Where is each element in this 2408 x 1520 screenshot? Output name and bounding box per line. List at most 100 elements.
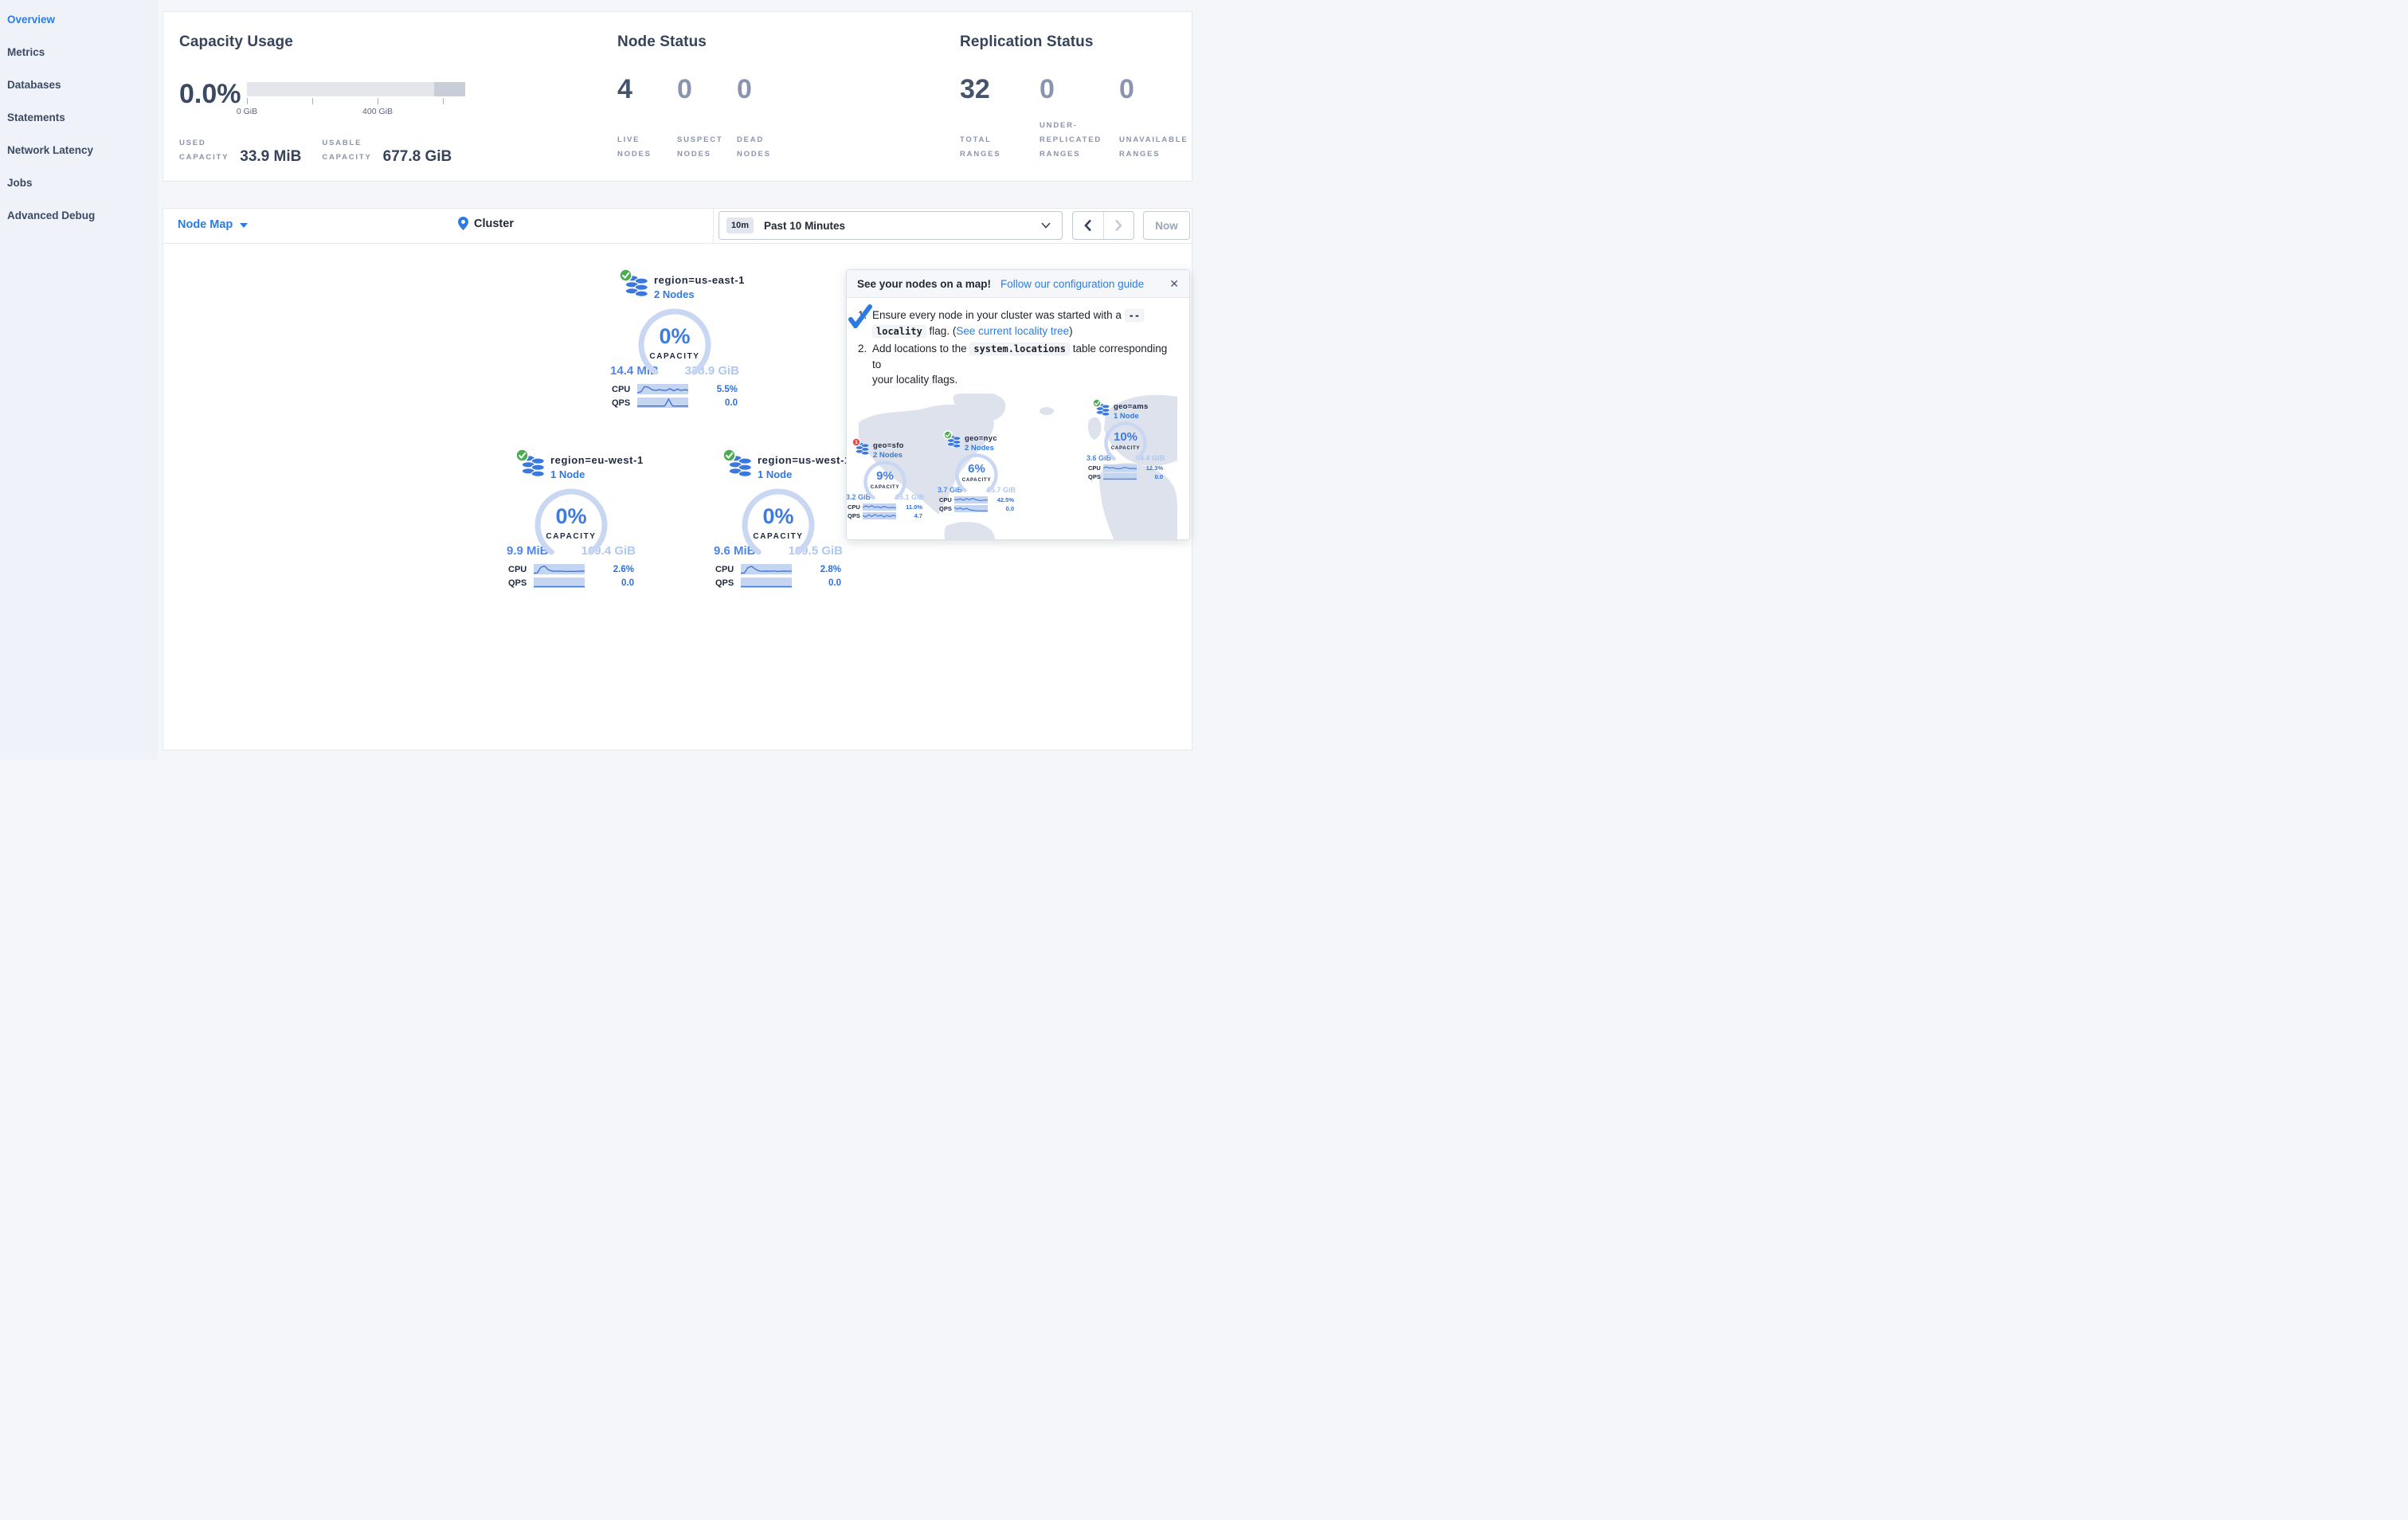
capacity-gauge: 0% CAPACITY [740, 487, 816, 563]
cpu-label: CPU [715, 564, 734, 574]
replication-status-title: Replication Status [960, 33, 1094, 50]
sparkline-chart [637, 384, 688, 394]
region-nodes-link[interactable]: 2 Nodes [873, 451, 904, 460]
region-metrics: CPU 11.0% QPS 4.7 [848, 503, 922, 519]
qps-label: QPS [508, 578, 527, 588]
qps-metric-row: QPS 0.0 [508, 578, 634, 588]
breadcrumb[interactable]: Cluster [458, 217, 514, 230]
popup-header: See your nodes on a map! Follow our conf… [847, 270, 1189, 298]
sparkline-chart [741, 578, 792, 588]
sidebar-item-network-latency[interactable]: Network Latency [0, 137, 158, 170]
node-region-sfo: 1 geo=sfo 2 Nodes 9% CAPACITY 3.2 GiB 35.1 GiB… [847, 437, 930, 519]
capacity-gauge: 9% CAPACITY [863, 460, 907, 504]
region-metrics: CPU 12.3% QPS 0.0 [1088, 464, 1163, 480]
region-nodes-link[interactable]: 1 Node [758, 468, 851, 480]
region-header: region=us-east-1 2 Nodes [603, 268, 746, 300]
region-locality-label: region=us-east-1 [654, 274, 745, 286]
sidebar-item-overview[interactable]: Overview [0, 6, 158, 39]
popup-body: 1. Ensure every node in your cluster was … [847, 298, 1189, 539]
stat-value: 0 [737, 74, 752, 104]
usable-capacity-value: 677.8 GiB [382, 148, 452, 166]
stat-label: UNAVAILABLE RANGES [1119, 135, 1188, 159]
time-forward-button[interactable] [1102, 212, 1134, 239]
time-back-button[interactable] [1073, 212, 1103, 239]
capacity-percent-value: 6% [968, 462, 985, 476]
chevron-left-icon [1083, 219, 1091, 232]
region-nodes-link[interactable]: 1 Node [1114, 412, 1149, 421]
replication-status-section: Replication Status 32 TOTAL RANGES 0 UNDER-… [957, 12, 1193, 182]
region-icon [1092, 398, 1110, 417]
region-nodes-link[interactable]: 2 Nodes [654, 288, 745, 300]
node-status-title: Node Status [617, 33, 707, 50]
map-pin-icon [458, 217, 468, 230]
sidebar-item-statements[interactable]: Statements [0, 104, 158, 137]
capacity-bar [247, 82, 465, 96]
time-range-badge: 10m [726, 217, 754, 233]
sidebar-item-databases[interactable]: Databases [0, 72, 158, 104]
capacity-gauge: 0% CAPACITY [533, 487, 609, 563]
capacity-tick [443, 98, 444, 104]
stat-label: TOTAL RANGES [960, 135, 1001, 159]
step-text: flag. ( [926, 325, 957, 337]
time-range-picker[interactable]: 10m Past 10 Minutes [718, 211, 1063, 240]
stat-value: 32 [960, 74, 990, 104]
node-map-toolbar: Node Map Cluster 10m Past 10 Minutes Now [163, 209, 1192, 244]
qps-metric-row: QPS 4.7 [848, 512, 922, 519]
qps-metric-row: QPS 0.0 [715, 578, 841, 588]
sidebar-item-metrics[interactable]: Metrics [0, 39, 158, 72]
view-mode-dropdown[interactable]: Node Map [178, 218, 249, 231]
qps-label: QPS [848, 512, 860, 519]
locality-tree-link[interactable]: See current locality tree [956, 325, 1069, 337]
status-stat: 32 TOTAL RANGES [960, 74, 1036, 170]
node-region-nyc: geo=nyc 2 Nodes 6% CAPACITY 3.7 GiB 65.7 GiB C… [932, 430, 1021, 512]
capacity-usage-section: Capacity Usage 0.0% 0 GiB 400 GiB USED C… [163, 12, 609, 182]
popup-step-1: 1. Ensure every node in your cluster was … [858, 308, 1178, 339]
capacity-details: USED CAPACITY 33.9 MiB USABLE CAPACITY 6… [179, 136, 452, 166]
region-titles: geo=nyc 2 Nodes [965, 434, 997, 452]
region-header: geo=nyc 2 Nodes [932, 430, 1021, 452]
region-locality-label: geo=ams [1114, 402, 1149, 411]
sparkline-chart [1103, 473, 1137, 480]
stat-value: 0 [1040, 74, 1055, 104]
region-nodes-link[interactable]: 2 Nodes [965, 444, 997, 452]
code-span: -- [1124, 309, 1145, 322]
code-span: system.locations [969, 343, 1070, 355]
region-header: region=eu-west-1 1 Node [499, 449, 644, 480]
capacity-tick [247, 98, 248, 104]
capacity-tick-label: 0 GiB [236, 107, 258, 116]
cpu-value: 12.3% [1145, 464, 1163, 472]
step-text: Add locations to the [872, 343, 970, 355]
node-map-config-popup: See your nodes on a map! Follow our conf… [846, 269, 1190, 540]
breadcrumb-label: Cluster [474, 217, 514, 230]
now-button[interactable]: Now [1143, 211, 1190, 240]
used-capacity-value: 33.9 MiB [240, 148, 302, 166]
sparkline-chart [741, 564, 792, 574]
region-nodes-link[interactable]: 1 Node [550, 468, 644, 480]
cpu-value: 2.8% [820, 564, 841, 574]
sparkline-chart [534, 578, 585, 588]
sidebar-item-jobs[interactable]: Jobs [0, 170, 158, 202]
time-step-buttons [1072, 211, 1134, 240]
cpu-metric-row: CPU 11.0% [848, 503, 922, 511]
close-icon[interactable]: ✕ [1169, 277, 1179, 291]
capacity-label: CAPACITY [753, 532, 804, 541]
cpu-metric-row: CPU 2.6% [508, 564, 634, 574]
region-locality-label: geo=sfo [873, 441, 904, 450]
chevron-right-icon [1115, 219, 1123, 232]
qps-label: QPS [715, 578, 734, 588]
configuration-guide-link[interactable]: Follow our configuration guide [1000, 278, 1144, 290]
region-titles: region=us-west-1 1 Node [758, 454, 851, 480]
capacity-label: CAPACITY [870, 485, 900, 490]
stat-value: 4 [617, 74, 632, 104]
region-locality-label: region=eu-west-1 [550, 454, 644, 466]
qps-value: 0.0 [725, 398, 738, 408]
region-titles: geo=sfo 2 Nodes [873, 441, 904, 460]
check-icon [848, 304, 872, 328]
cpu-label: CPU [508, 564, 527, 574]
region-metrics: CPU 2.8% QPS 0.0 [715, 564, 841, 588]
sidebar-item-advanced-debug[interactable]: Advanced Debug [0, 202, 158, 235]
toolbar-divider [713, 209, 714, 244]
region-metrics: CPU 5.5% QPS 0.0 [612, 384, 738, 408]
code-span: locality [872, 325, 926, 338]
cpu-metric-row: CPU 12.3% [1088, 464, 1163, 472]
